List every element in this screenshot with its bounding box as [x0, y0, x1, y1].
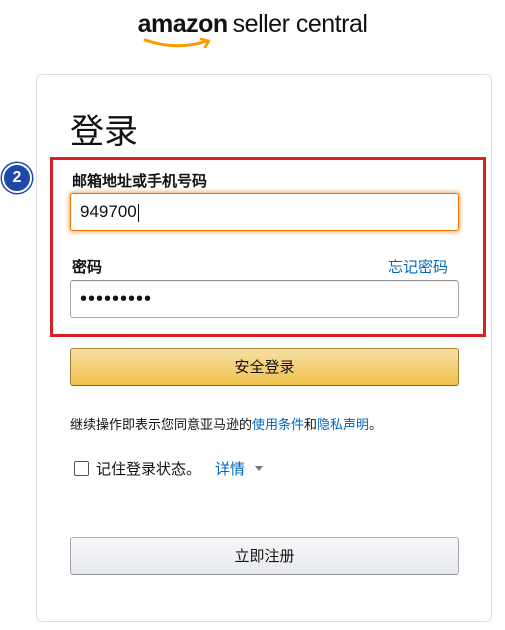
password-input[interactable]: ••••••••• — [70, 280, 459, 318]
logo-subtitle: seller central — [232, 10, 368, 38]
terms-link[interactable]: 使用条件 — [252, 418, 304, 433]
signin-button[interactable]: 安全登录 — [70, 348, 459, 386]
amazon-smile-icon — [143, 37, 210, 49]
email-input[interactable]: 949700 — [70, 193, 459, 231]
password-input-value: ••••••••• — [80, 288, 153, 310]
details-link[interactable]: 详情 — [215, 458, 245, 479]
legal-notice: 继续操作即表示您同意亚马逊的使用条件和隐私声明。 — [70, 414, 382, 433]
register-button[interactable]: 立即注册 — [70, 537, 459, 575]
remember-label[interactable]: 记住登录状态。 — [96, 458, 201, 479]
step-number-badge: 2 — [2, 163, 32, 193]
legal-suffix: 。 — [369, 418, 383, 433]
forgot-password-link[interactable]: 忘记密码 — [388, 256, 448, 277]
text-cursor — [137, 203, 139, 222]
chevron-down-icon[interactable] — [255, 466, 264, 471]
email-label: 邮箱地址或手机号码 — [72, 172, 208, 190]
remember-checkbox[interactable] — [74, 461, 89, 476]
amazon-seller-central-logo: amazon seller central — [0, 10, 505, 49]
privacy-link[interactable]: 隐私声明 — [317, 418, 369, 433]
legal-and: 和 — [304, 418, 318, 433]
email-input-value: 949700 — [80, 202, 137, 221]
logo-brand: amazon — [137, 10, 229, 38]
page-title: 登录 — [70, 112, 138, 152]
password-label: 密码 — [72, 258, 103, 276]
legal-prefix: 继续操作即表示您同意亚马逊的 — [70, 418, 253, 433]
remember-me: 记住登录状态。 详情 — [74, 458, 264, 479]
